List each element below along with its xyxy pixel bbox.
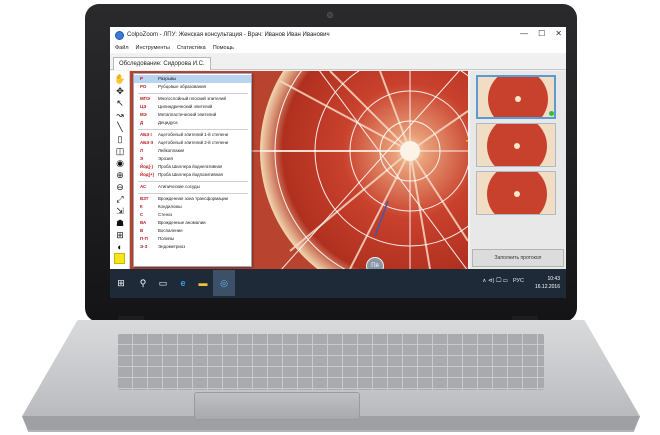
menu-tools[interactable]: Инструменты (136, 45, 170, 51)
dropdown-item[interactable]: Р Разрывы (134, 75, 251, 83)
grid-icon[interactable]: ⊞ (113, 229, 127, 241)
minimize-button[interactable]: — (520, 29, 528, 39)
dropdown-item[interactable]: МПЭ Многослойный плоский эпителий (134, 95, 251, 103)
window-title: ColpoZoom - ЛПУ: Женская консультация - … (127, 32, 330, 38)
dropdown-item[interactable]: Д Децидуоз (134, 119, 251, 127)
thumbnail[interactable] (476, 171, 556, 215)
expand-icon[interactable]: ⇲ (113, 205, 127, 217)
dropdown-item[interactable]: Йод(+) Проба Шиллера йодпозитивная (134, 171, 251, 179)
dropdown-item[interactable]: Э-З Эндометриоз (134, 243, 251, 251)
task-view-icon[interactable]: ▭ (156, 276, 170, 290)
dropdown-item[interactable]: АБЭ I Ацетобелый эпителий 1-й степени (134, 131, 251, 139)
dropdown-separator (138, 181, 248, 182)
menu-file[interactable]: Файл (115, 45, 129, 51)
webcam-icon (327, 12, 333, 18)
dropdown-separator (138, 129, 248, 130)
page-icon[interactable]: ▯ (113, 133, 127, 145)
thumbnail-image (478, 77, 554, 117)
close-button[interactable]: ✕ (555, 29, 562, 39)
dropdown-separator (138, 93, 248, 94)
link-icon[interactable]: ↝ (113, 109, 127, 121)
thumbnail-image (477, 124, 555, 166)
contrast-icon[interactable]: ◐ (113, 241, 127, 253)
dropdown-item[interactable]: ЦЭ Цилиндрический эпителий (134, 103, 251, 111)
dropdown-item[interactable]: В Воспаление (134, 227, 251, 235)
menu-help[interactable]: Помощь (213, 45, 234, 51)
title-bar: ColpoZoom - ЛПУ: Женская консультация - … (110, 27, 566, 43)
taskbar: ⊞ ⚲ ▭ e ▬ ◎ ∧ ⊲) 🖵 ▭ РУС 10:43 16.12.201… (110, 269, 566, 298)
line-icon[interactable]: ╲ (113, 121, 127, 133)
dropdown-item[interactable]: Йод(-) Проба Шиллера йоднегативная (134, 163, 251, 171)
system-tray: ∧ ⊲) 🖵 ▭ РУС (482, 278, 524, 285)
keyboard (118, 334, 544, 390)
menu-bar: Файл Инструменты Статистика Помощь (110, 43, 566, 53)
dropdown-item[interactable]: Л Лейкоплакия (134, 147, 251, 155)
camera-icon[interactable]: ◉ (113, 157, 127, 169)
menu-statistics[interactable]: Статистика (177, 45, 206, 51)
add-icon[interactable]: ⊕ (113, 169, 127, 181)
color-swatch[interactable] (114, 253, 125, 264)
laptop-mockup: ColpoZoom - ЛПУ: Женская консультация - … (0, 0, 660, 435)
edge-icon[interactable]: e (176, 276, 190, 290)
tray-icons[interactable]: ∧ ⊲) 🖵 ▭ (482, 278, 508, 285)
fit-icon[interactable]: ⤢ (113, 193, 127, 205)
language-indicator[interactable]: РУС (513, 278, 524, 285)
tool-palette: ✋ ✥ ↖ ↝ ╲ ▯ ◫ ◉ ⊕ ⊖ ⤢ ⇲ ☗ ⊞ ◐ (110, 71, 130, 269)
dropdown-item[interactable]: К Кондиломы (134, 203, 251, 211)
tab-examination[interactable]: Обследование: Сидорова И.С. (113, 57, 211, 70)
status-dot-icon (549, 111, 554, 116)
finding-dropdown[interactable]: Р Разрывы РО Рубцовые образования МПЭ Много… (133, 73, 252, 267)
windows-icon[interactable]: ⊞ (114, 276, 128, 290)
remove-icon[interactable]: ⊖ (113, 181, 127, 193)
fill-protocol-button[interactable]: Заполнить протокол (472, 249, 564, 267)
window-controls: — ☐ ✕ (520, 29, 562, 39)
dropdown-item[interactable]: С Стеноз (134, 211, 251, 219)
screen: ColpoZoom - ЛПУ: Женская консультация - … (110, 27, 566, 298)
pointer-icon[interactable]: ↖ (113, 97, 127, 109)
move-icon[interactable]: ✥ (113, 85, 127, 97)
search-icon[interactable]: ⚲ (136, 276, 150, 290)
thumbnail-strip (470, 71, 566, 269)
thumbnail[interactable] (476, 123, 556, 167)
clock-time: 10:43 (547, 276, 560, 282)
app-logo-icon (115, 30, 124, 40)
dropdown-item[interactable]: ВА Врожденные аномалии (134, 219, 251, 227)
dropdown-item[interactable]: ВЗТ Врожденная зона трансформации (134, 195, 251, 203)
dropdown-item[interactable]: Э Эрозия (134, 155, 251, 163)
colpozoom-icon[interactable]: ◎ (217, 276, 231, 290)
dropdown-item[interactable]: МЭ Метапластический эпителий (134, 111, 251, 119)
dropdown-item[interactable]: РО Рубцовые образования (134, 83, 251, 91)
dropdown-item[interactable]: АБЭ II Ацетобелый эпителий 2-й степени (134, 139, 251, 147)
dropdown-separator (138, 193, 248, 194)
touchpad (194, 392, 360, 420)
thumbnail[interactable] (476, 75, 556, 119)
tab-row: Обследование: Сидорова И.С. (110, 54, 566, 70)
dropdown-item[interactable]: П-П Полипы (134, 235, 251, 243)
clock-date: 16.12.2016 (534, 284, 560, 290)
person-icon[interactable]: ☗ (113, 217, 127, 229)
clock[interactable]: 10:43 16.12.2016 (535, 275, 560, 291)
dropdown-item[interactable]: АС Атипические сосуды (134, 183, 251, 191)
hand-icon[interactable]: ✋ (113, 73, 127, 85)
marker-pya[interactable]: Пя (366, 257, 384, 269)
maximize-button[interactable]: ☐ (538, 29, 545, 39)
thumbnail-image (477, 172, 555, 214)
folder-icon[interactable]: ▬ (196, 276, 210, 290)
compare-icon[interactable]: ◫ (113, 145, 127, 157)
